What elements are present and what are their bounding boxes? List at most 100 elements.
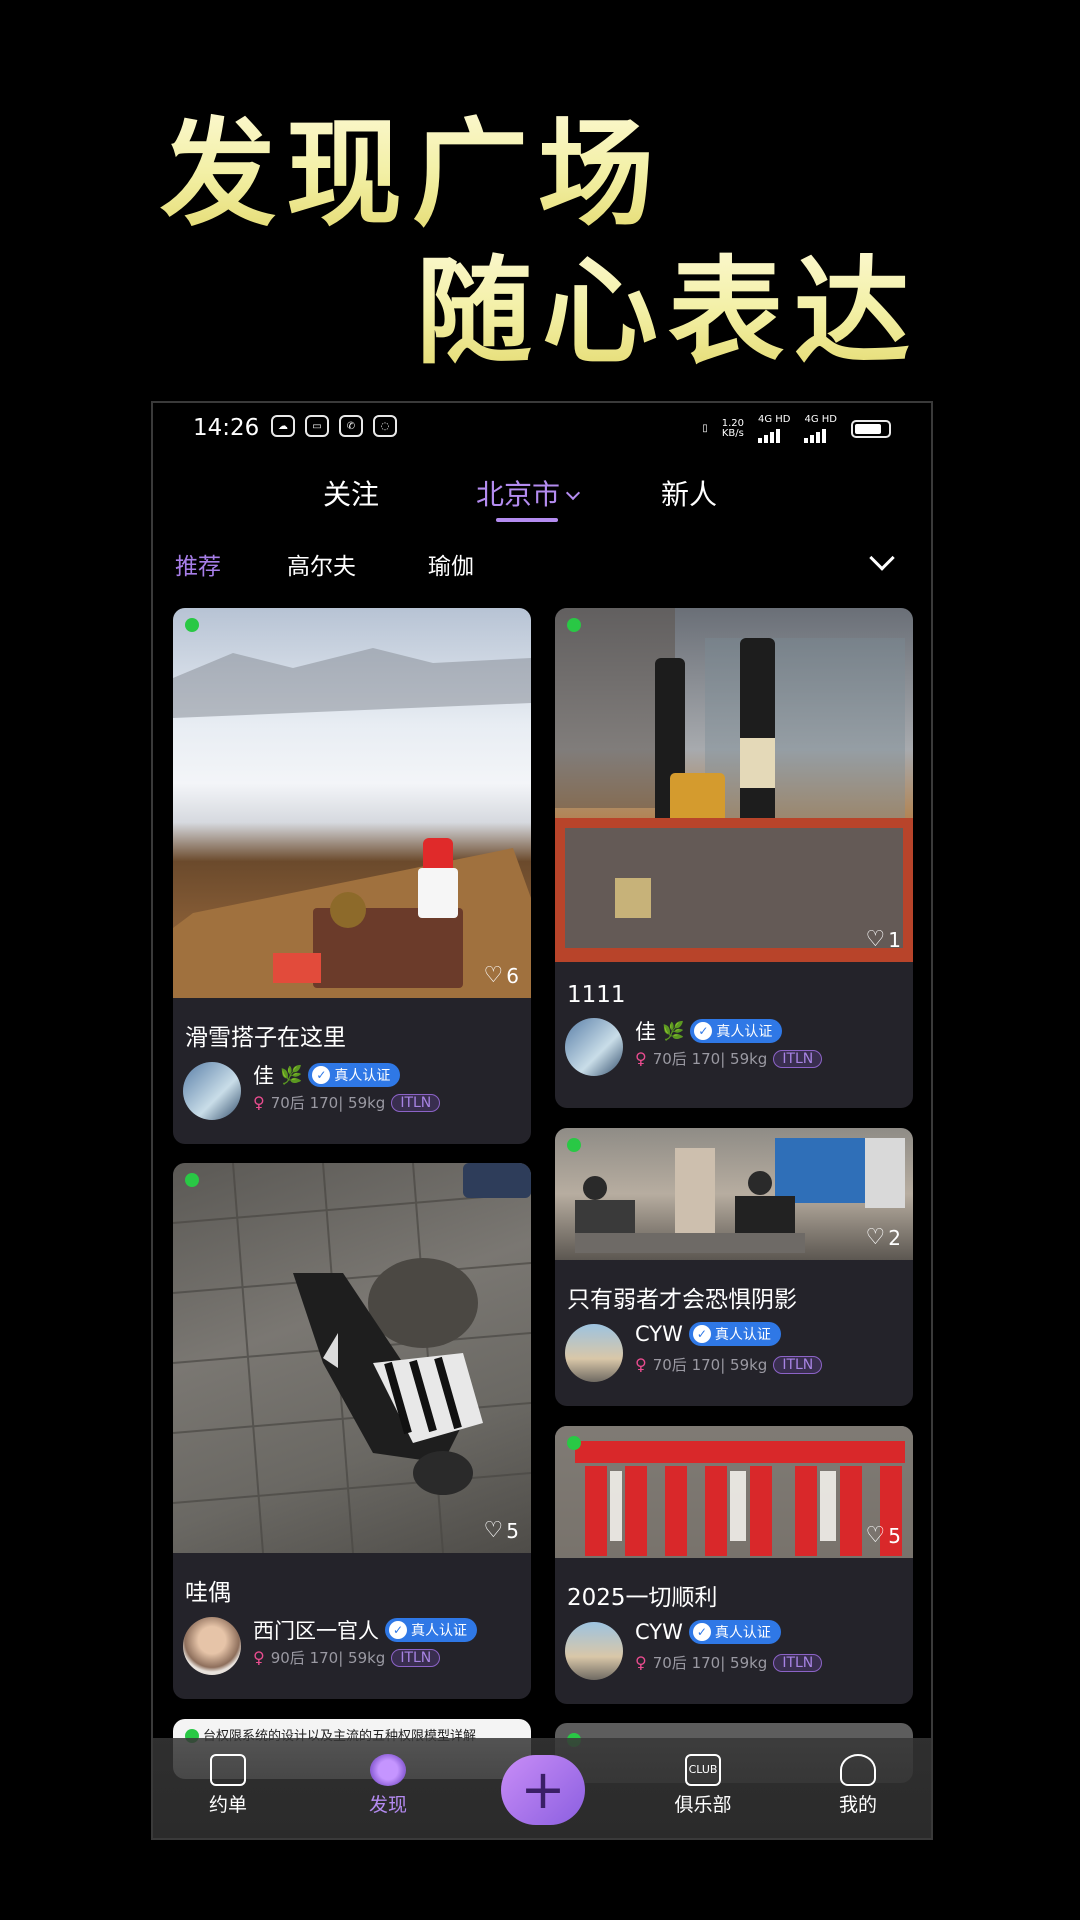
- vibrate-icon: ▯: [702, 423, 708, 434]
- phone-icon: ✆: [339, 415, 363, 437]
- online-indicator: [567, 1138, 581, 1152]
- tab-newbie[interactable]: 新人: [661, 473, 717, 513]
- tab-club-label: 俱乐部: [674, 1794, 732, 1816]
- like-count-value: 6: [506, 963, 519, 988]
- author-name: 佳: [253, 1064, 274, 1088]
- avatar[interactable]: [183, 1617, 241, 1675]
- post-title: 只有弱者才会恐惧阴影: [567, 1287, 797, 1313]
- post-author[interactable]: 佳 🌿 ✓ 真人认证 ♀ 70后 170| 59kg ITLN: [173, 1052, 531, 1122]
- category-yoga[interactable]: 瑜伽: [428, 547, 474, 581]
- tab-city-label: 北京市: [476, 478, 561, 511]
- post-author[interactable]: 佳 🌿 ✓ 真人认证 ♀ 70后 170| 59kg ITLN: [555, 1008, 913, 1078]
- post-title: 1111: [567, 982, 626, 1008]
- verified-badge: ✓ 真人认证: [688, 1322, 781, 1346]
- check-icon: ✓: [692, 1623, 711, 1641]
- post-author[interactable]: CYW ✓ 真人认证 ♀ 70后 170| 59kg ITLN: [555, 1612, 913, 1682]
- tab-mine[interactable]: 我的: [813, 1754, 903, 1817]
- author-info-text: 90后 170| 59kg: [270, 1649, 386, 1667]
- post-card[interactable]: ♡ 6 滑雪搭子在这里 佳 🌿 ✓ 真人认证 ♀ 70后 170| 59kg ITLN: [173, 608, 531, 1144]
- post-author[interactable]: CYW ✓ 真人认证 ♀ 70后 170| 59kg ITLN: [555, 1314, 913, 1384]
- like-count[interactable]: ♡ 6: [484, 963, 519, 988]
- post-image[interactable]: ♡ 5: [173, 1163, 531, 1553]
- like-count[interactable]: ♡ 5: [866, 1523, 901, 1548]
- author-name: 西门区一官人: [253, 1619, 379, 1643]
- network-1: 4G HD: [757, 415, 791, 443]
- leaf-icon: 🌿: [280, 1064, 303, 1086]
- verified-badge: ✓ 真人认证: [385, 1618, 477, 1642]
- post-card[interactable]: ♡ 2 只有弱者才会恐惧阴影 CYW ✓ 真人认证 ♀ 70后 170| 59kg …: [555, 1128, 913, 1406]
- like-count[interactable]: ♡ 1: [866, 927, 901, 952]
- author-name-row: CYW ✓ 真人认证: [635, 1322, 781, 1346]
- heart-icon: ♡: [483, 963, 504, 988]
- network-2-label: 4G HD: [804, 414, 837, 425]
- club-icon: CLUB: [685, 1754, 721, 1786]
- bottom-tab-bar: 约单 发现 + CLUB 俱乐部 我的: [153, 1738, 931, 1838]
- discover-icon: [370, 1754, 406, 1786]
- status-app-icons: ☁ ▭ ✆ ◌: [271, 415, 397, 437]
- author-info: ♀ 70后 170| 59kg ITLN: [635, 1652, 823, 1673]
- avatar[interactable]: [565, 1324, 623, 1382]
- post-title: 哇偶: [185, 1580, 231, 1606]
- category-golf[interactable]: 高尔夫: [287, 547, 356, 581]
- leaf-icon: 🌿: [662, 1020, 685, 1042]
- like-count-value: 5: [888, 1523, 901, 1548]
- personality-tag: ITLN: [391, 1093, 441, 1112]
- post-image[interactable]: ♡ 5: [555, 1426, 913, 1558]
- personality-tag: ITLN: [773, 1049, 823, 1068]
- calendar-check-icon: [210, 1754, 246, 1786]
- post-card[interactable]: ♡ 5 哇偶 西门区一官人 ✓ 真人认证 ♀ 90后 170| 59kg ITLN: [173, 1163, 531, 1699]
- like-count[interactable]: ♡ 5: [484, 1518, 519, 1543]
- tab-mine-label: 我的: [838, 1794, 877, 1816]
- personality-tag: ITLN: [773, 1355, 823, 1374]
- phone-screen: 14:26 ☁ ▭ ✆ ◌ ▯ 1.20 KB/s 4G HD 4G HD 关注: [151, 401, 933, 1840]
- avatar[interactable]: [565, 1018, 623, 1076]
- author-name-row: 西门区一官人 ✓ 真人认证: [253, 1615, 477, 1645]
- online-indicator: [567, 618, 581, 632]
- expand-categories-icon[interactable]: [869, 545, 895, 571]
- post-author[interactable]: 西门区一官人 ✓ 真人认证 ♀ 90后 170| 59kg ITLN: [173, 1607, 531, 1677]
- chevron-down-icon: [565, 485, 581, 501]
- author-name: 佳: [635, 1020, 656, 1044]
- online-indicator: [185, 618, 199, 632]
- heart-icon: ♡: [865, 1225, 886, 1250]
- post-image-art: [173, 648, 531, 998]
- tab-club[interactable]: CLUB 俱乐部: [658, 1754, 748, 1817]
- author-name-row: 佳 🌿 ✓ 真人认证: [635, 1016, 783, 1046]
- check-icon: ✓: [694, 1022, 713, 1040]
- status-system-icons: ▯ 1.20 KB/s 4G HD 4G HD: [702, 415, 891, 443]
- like-count[interactable]: ♡ 2: [866, 1225, 901, 1250]
- female-icon: ♀: [635, 1653, 647, 1672]
- active-tab-indicator: [496, 518, 558, 522]
- author-info: ♀ 70后 170| 59kg ITLN: [253, 1092, 441, 1113]
- personality-tag: ITLN: [773, 1653, 823, 1672]
- author-info-text: 70后 170| 59kg: [270, 1094, 386, 1112]
- post-title: 2025一切顺利: [567, 1585, 718, 1611]
- verified-badge: ✓ 真人认证: [688, 1620, 781, 1644]
- user-icon: [840, 1754, 876, 1786]
- avatar[interactable]: [183, 1062, 241, 1120]
- verified-label: 真人认证: [714, 1625, 771, 1641]
- post-image[interactable]: ♡ 6: [173, 608, 531, 998]
- post-card[interactable]: ♡ 1 1111 佳 🌿 ✓ 真人认证 ♀ 70后 170| 59kg ITLN: [555, 608, 913, 1108]
- verified-label: 真人认证: [714, 1327, 771, 1343]
- tab-city[interactable]: 北京市: [476, 473, 581, 513]
- heart-icon: ♡: [865, 1523, 886, 1548]
- post-image[interactable]: ♡ 2: [555, 1128, 913, 1260]
- signal-icon: [757, 425, 791, 443]
- tab-orders[interactable]: 约单: [183, 1754, 273, 1817]
- avatar[interactable]: [565, 1622, 623, 1680]
- author-info: ♀ 70后 170| 59kg ITLN: [635, 1048, 823, 1069]
- tab-follow[interactable]: 关注: [323, 473, 379, 513]
- tab-discover[interactable]: 发现: [343, 1754, 433, 1817]
- category-recommend[interactable]: 推荐: [175, 547, 221, 581]
- female-icon: ♀: [253, 1093, 265, 1112]
- tab-discover-label: 发现: [368, 1794, 407, 1816]
- post-card[interactable]: ♡ 5 2025一切顺利 CYW ✓ 真人认证 ♀ 70后 170| 59kg IT…: [555, 1426, 913, 1704]
- post-image[interactable]: ♡ 1: [555, 608, 913, 962]
- create-post-button[interactable]: +: [501, 1755, 585, 1825]
- cloud-icon: ☁: [271, 415, 295, 437]
- post-image-art: [555, 1426, 913, 1558]
- network-2: 4G HD: [804, 415, 837, 443]
- online-indicator: [185, 1173, 199, 1187]
- check-icon: ✓: [692, 1325, 711, 1343]
